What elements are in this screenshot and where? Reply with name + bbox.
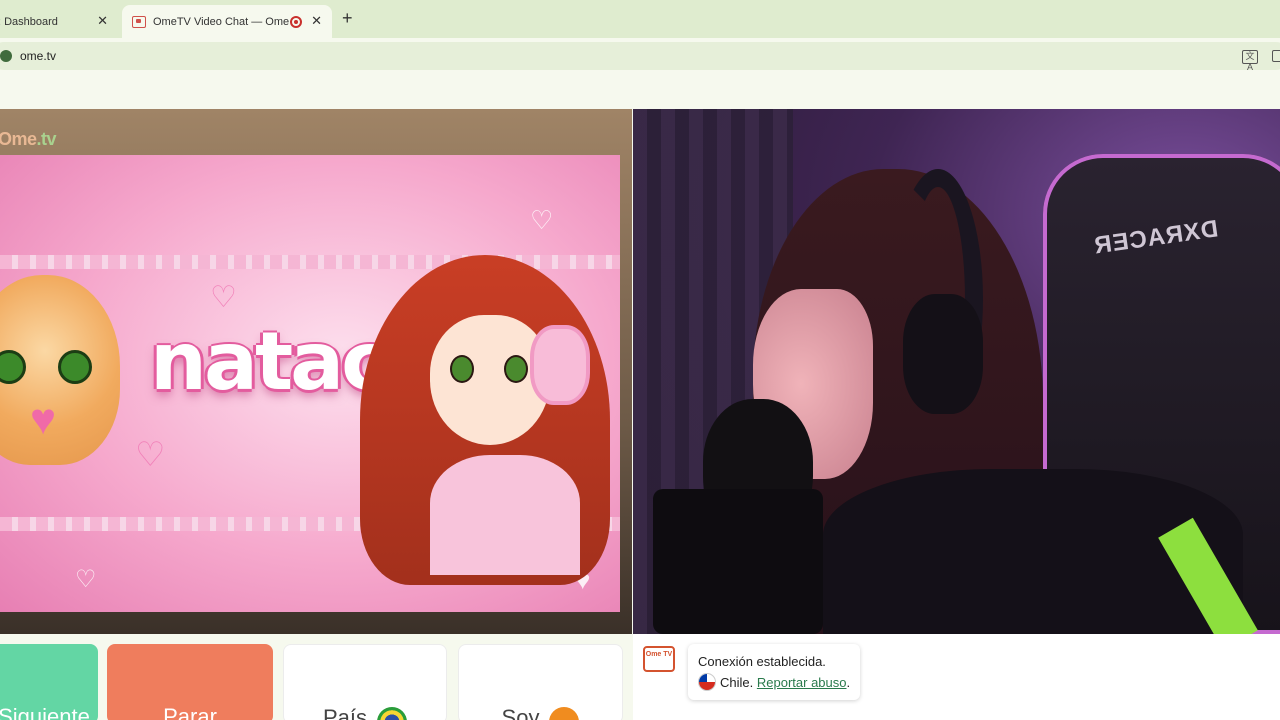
girl-shirt (430, 455, 580, 575)
microphone-arm (653, 489, 823, 634)
tab-dashboard[interactable]: : Dashboard ✕ (0, 5, 118, 38)
close-tab-icon[interactable]: ✕ (311, 13, 322, 29)
new-tab-button[interactable]: + (342, 8, 353, 29)
cat-eye (58, 350, 92, 384)
chat-panel: Ome TV Conexión establecida. Chile. Repo… (633, 634, 1280, 720)
headphone-icon (530, 325, 590, 405)
country-text: Chile. (720, 675, 754, 690)
stop-button[interactable]: Parar (107, 644, 273, 720)
heart-icon: ♥ (30, 395, 57, 444)
cat-eye (0, 350, 26, 384)
tab-strip: : Dashboard ✕ OmeTV Video Chat — Ome ✕ + (0, 0, 1280, 38)
heart-icon: ♡ (135, 436, 166, 474)
anime-girl-illustration (360, 255, 610, 612)
heart-icon: ♡ (210, 281, 237, 314)
report-abuse-link[interactable]: Reportar abuso (757, 675, 847, 690)
chile-flag-icon (698, 673, 716, 691)
local-video: Ome.tv ♡ ♡ ♡ ♡ ♥ ♡ ♥ natacl (0, 109, 632, 634)
chat-controls: Siguiente Parar País Soy (0, 644, 632, 720)
heart-icon: ♡ (530, 205, 554, 235)
tab-title: : Dashboard (0, 15, 58, 28)
ometv-logo-icon: Ome TV (643, 646, 675, 672)
tab-ometv[interactable]: OmeTV Video Chat — Ome ✕ (122, 5, 332, 38)
recording-icon (290, 16, 302, 28)
ometv-favicon-icon (132, 15, 146, 28)
page: Ome.tv ♡ ♡ ♡ ♡ ♥ ♡ ♥ natacl (0, 74, 1280, 720)
country-filter-button[interactable]: País (283, 644, 447, 720)
country-line: Chile. Reportar abuso. (698, 672, 850, 693)
site-info-icon[interactable] (0, 50, 12, 62)
stream-banner: ♡ ♡ ♡ ♡ ♥ ♡ ♥ natacl (0, 155, 620, 612)
address-bar: ome.tv 文A (0, 38, 1280, 74)
headset-earcup (903, 294, 983, 414)
cat-illustration: ♥ (0, 275, 120, 465)
next-button[interactable]: Siguiente (0, 644, 98, 720)
translate-icon[interactable]: 文A (1242, 50, 1258, 72)
girl-eye (504, 355, 528, 383)
url-text: ome.tv (20, 49, 57, 63)
system-message: Conexión establecida. Chile. Reportar ab… (688, 644, 861, 700)
close-tab-icon[interactable]: ✕ (97, 13, 108, 29)
brazil-flag-icon (377, 707, 408, 720)
remote-video: DXRACER (633, 109, 1280, 634)
heart-icon: ♡ (75, 566, 97, 593)
ometv-watermark: Ome.tv (0, 129, 57, 149)
gender-filter-button[interactable]: Soy (458, 644, 623, 720)
tab-title: OmeTV Video Chat — Ome (153, 15, 290, 28)
omnibox[interactable]: ome.tv (0, 42, 1280, 70)
gender-icon (549, 707, 580, 720)
screen-share-icon[interactable] (1272, 50, 1280, 62)
girl-eye (450, 355, 474, 383)
connection-status: Conexión establecida. (698, 654, 826, 669)
